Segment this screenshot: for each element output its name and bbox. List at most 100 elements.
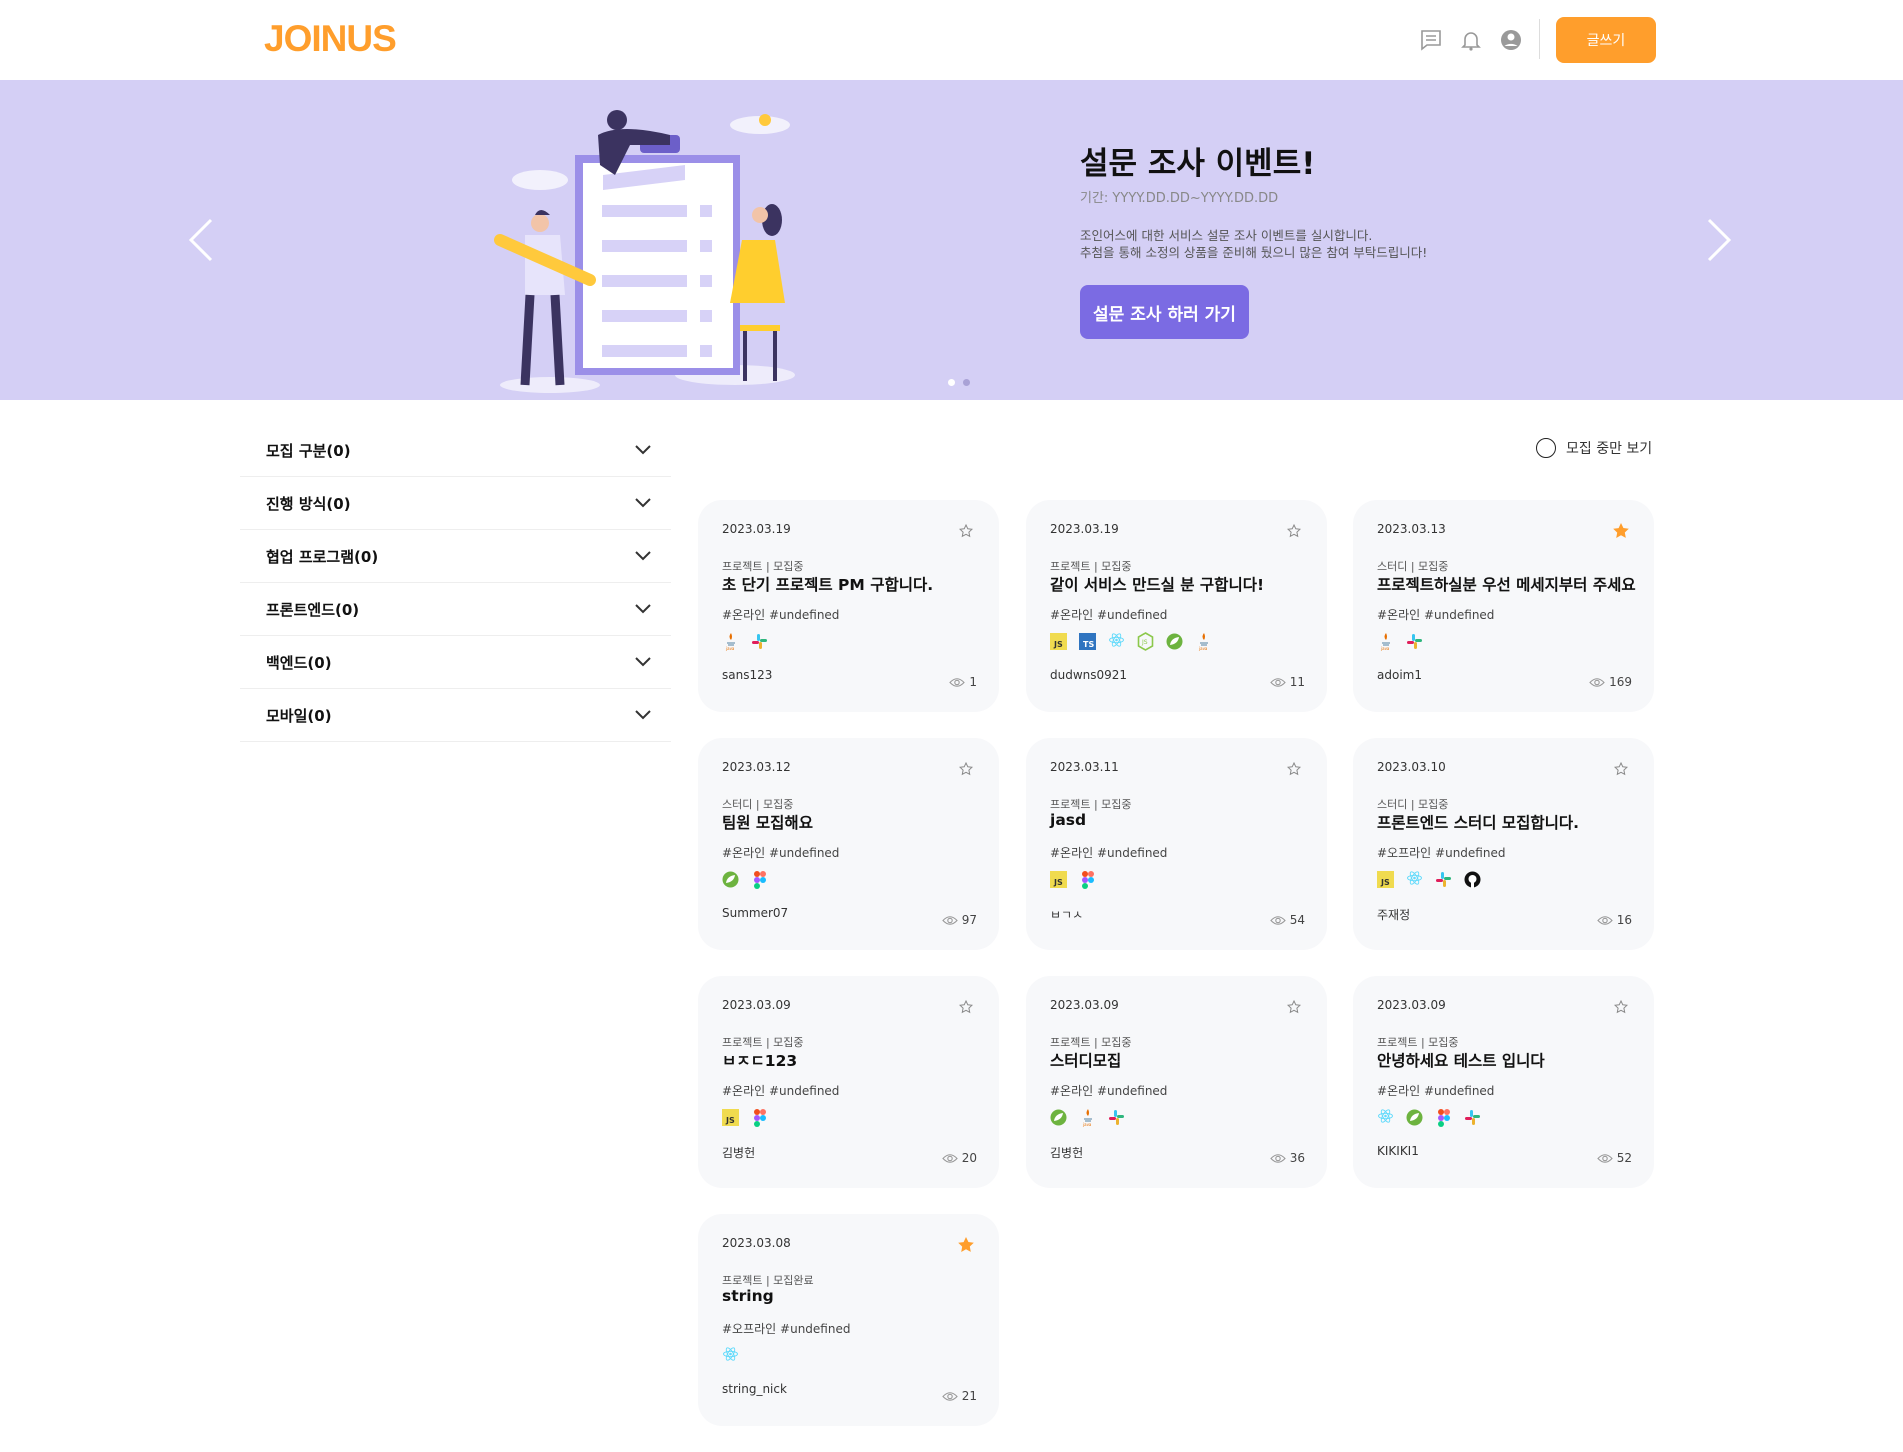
post-card[interactable]: 2023.03.10 스터디 | 모집중 프론트엔드 스터디 모집합니다. #오… [1353, 738, 1654, 950]
star-filled-icon[interactable] [957, 1236, 975, 1254]
recruiting-only-toggle[interactable]: 모집 중만 보기 [1536, 438, 1652, 458]
filter-label: 백엔드(0) [266, 653, 332, 672]
post-card[interactable]: 2023.03.09 프로젝트 | 모집중 스터디모집 #온라인 #undefi… [1026, 976, 1327, 1188]
post-tags: #온라인 #undefined [722, 608, 840, 622]
filter-row[interactable]: 프론트엔드(0) [240, 583, 671, 636]
view-count-value: 36 [1289, 1151, 1305, 1165]
post-category: 프로젝트 | 모집중 [1050, 798, 1132, 811]
prev-slide-arrow-icon[interactable] [186, 215, 216, 265]
post-title: string [722, 1287, 774, 1305]
post-tags: #온라인 #undefined [722, 846, 840, 860]
post-card[interactable]: 2023.03.11 프로젝트 | 모집중 jasd #온라인 #undefin… [1026, 738, 1327, 950]
spring-icon [1050, 1108, 1067, 1127]
filter-row[interactable]: 백엔드(0) [240, 636, 671, 689]
star-outline-icon[interactable] [1612, 760, 1630, 778]
filter-label: 협업 프로그램(0) [266, 547, 379, 566]
svg-text:java: java [1198, 646, 1208, 651]
write-post-button[interactable]: 글쓰기 [1556, 17, 1656, 63]
slide-dot[interactable] [963, 379, 970, 386]
react-icon [1377, 1108, 1394, 1127]
chevron-down-icon[interactable] [635, 604, 651, 614]
filter-row[interactable]: 진행 방식(0) [240, 477, 671, 530]
chevron-down-icon[interactable] [635, 657, 651, 667]
js-icon: JS [1050, 870, 1067, 889]
view-count: 169 [1589, 675, 1632, 689]
user-icon[interactable] [1499, 28, 1523, 52]
post-date: 2023.03.11 [1050, 760, 1119, 774]
tech-stack: JS [1050, 870, 1096, 889]
post-category: 프로젝트 | 모집완료 [722, 1274, 814, 1287]
tech-stack [722, 1346, 739, 1365]
post-author: 김병헌 [722, 1146, 756, 1160]
filter-row[interactable]: 모집 구분(0) [240, 424, 671, 477]
star-outline-icon[interactable] [957, 522, 975, 540]
post-card[interactable]: 2023.03.09 프로젝트 | 모집중 안녕하세요 테스트 입니다 #온라인… [1353, 976, 1654, 1188]
post-author: dudwns0921 [1050, 668, 1128, 682]
eye-icon [941, 1153, 958, 1163]
post-category: 스터디 | 모집중 [1377, 560, 1449, 573]
star-outline-icon[interactable] [1285, 998, 1303, 1016]
next-slide-arrow-icon[interactable] [1704, 215, 1734, 265]
post-card[interactable]: 2023.03.12 스터디 | 모집중 팀원 모집해요 #온라인 #undef… [698, 738, 999, 950]
js-icon: JS [1377, 870, 1394, 889]
post-title: 프로젝트하실분 우선 메세지부터 주세요 [1377, 576, 1636, 594]
slide-dot-active[interactable] [948, 379, 955, 386]
slack-icon [1108, 1108, 1125, 1127]
ts-icon: TS [1079, 632, 1096, 651]
post-date: 2023.03.19 [722, 522, 791, 536]
radio-circle-icon[interactable] [1536, 438, 1556, 458]
filter-label: 진행 방식(0) [266, 494, 351, 513]
survey-button[interactable]: 설문 조사 하러 가기 [1080, 285, 1249, 339]
view-count-value: 54 [1289, 913, 1305, 927]
event-banner: 설문 조사 이벤트! 기간: YYYY.DD.DD~YYYY.DD.DD 조인어… [0, 80, 1903, 400]
post-category: 프로젝트 | 모집중 [1050, 1036, 1132, 1049]
star-outline-icon[interactable] [957, 998, 975, 1016]
spring-icon [1166, 632, 1183, 651]
chevron-down-icon[interactable] [635, 710, 651, 720]
chevron-down-icon[interactable] [635, 551, 651, 561]
header-divider [1539, 19, 1540, 59]
eye-icon [1596, 1153, 1613, 1163]
filter-panel: 모집 구분(0) 진행 방식(0) 협업 프로그램(0) 프론트엔드(0) 백엔드(0)… [240, 424, 671, 742]
view-count-value: 97 [961, 913, 977, 927]
svg-text:java: java [725, 646, 735, 651]
chevron-down-icon[interactable] [635, 445, 651, 455]
star-outline-icon[interactable] [1285, 522, 1303, 540]
post-tags: #오프라인 #undefined [1377, 846, 1506, 860]
post-card[interactable]: 2023.03.19 프로젝트 | 모집중 초 단기 프로젝트 PM 구합니다.… [698, 500, 999, 712]
star-outline-icon[interactable] [1612, 998, 1630, 1016]
view-count-value: 52 [1616, 1151, 1632, 1165]
star-outline-icon[interactable] [957, 760, 975, 778]
chat-icon[interactable] [1419, 28, 1443, 52]
slack-icon [751, 632, 768, 651]
post-card[interactable]: 2023.03.08 프로젝트 | 모집완료 string #오프라인 #und… [698, 1214, 999, 1426]
post-author: KIKIKI1 [1377, 1144, 1419, 1158]
post-tags: #온라인 #undefined [722, 1084, 840, 1098]
eye-icon [949, 677, 966, 687]
post-tags: #오프라인 #undefined [722, 1322, 851, 1336]
star-filled-icon[interactable] [1612, 522, 1630, 540]
view-count: 21 [941, 1389, 977, 1403]
filter-label: 프론트엔드(0) [266, 600, 360, 619]
banner-desc-line: 조인어스에 대한 서비스 설문 조사 이벤트를 실시합니다. [1080, 228, 1373, 243]
chevron-down-icon[interactable] [635, 498, 651, 508]
view-count: 52 [1596, 1151, 1632, 1165]
filter-row[interactable]: 협업 프로그램(0) [240, 530, 671, 583]
post-date: 2023.03.08 [722, 1236, 791, 1250]
post-card[interactable]: 2023.03.13 스터디 | 모집중 프로젝트하실분 우선 메세지부터 주세… [1353, 500, 1654, 712]
post-date: 2023.03.09 [1377, 998, 1446, 1012]
filter-label: 모바일(0) [266, 706, 332, 725]
post-date: 2023.03.12 [722, 760, 791, 774]
star-outline-icon[interactable] [1285, 760, 1303, 778]
spring-icon [722, 870, 739, 889]
filter-row[interactable]: 모바일(0) [240, 689, 671, 742]
figma-icon [751, 1108, 768, 1127]
post-title: 같이 서비스 만드실 분 구합니다! [1050, 576, 1265, 594]
logo[interactable]: JOINUS [264, 18, 397, 60]
tech-stack: JS [722, 1108, 768, 1127]
post-card[interactable]: 2023.03.09 프로젝트 | 모집중 ㅂㅈㄷ123 #온라인 #undef… [698, 976, 999, 1188]
view-count-value: 11 [1289, 675, 1305, 689]
post-card[interactable]: 2023.03.19 프로젝트 | 모집중 같이 서비스 만드실 분 구합니다!… [1026, 500, 1327, 712]
view-count-value: 169 [1609, 675, 1632, 689]
bell-icon[interactable] [1459, 28, 1483, 52]
